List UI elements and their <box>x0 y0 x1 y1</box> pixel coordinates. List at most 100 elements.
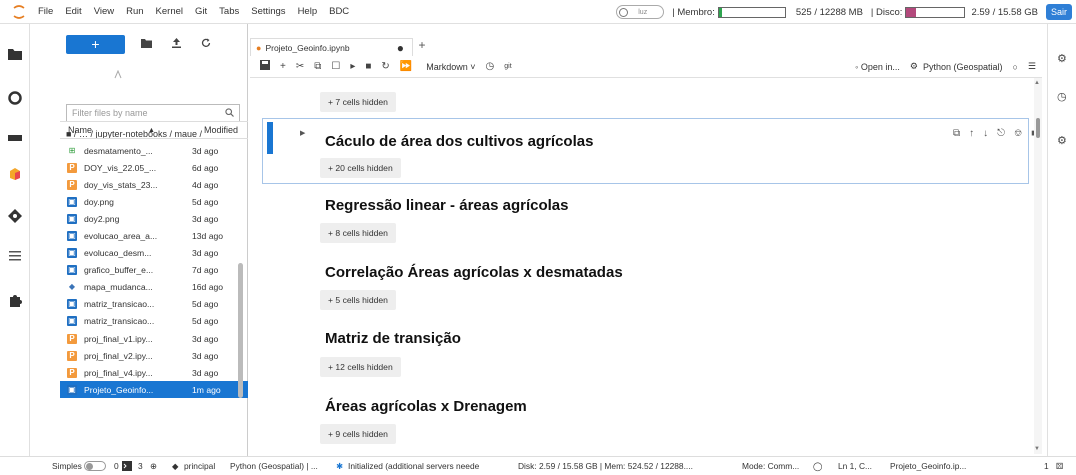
notebook-scrollbar[interactable]: ▲ ▼ <box>1034 78 1042 454</box>
paste-icon[interactable]: ☐ <box>331 61 340 72</box>
running-icon[interactable] <box>7 90 23 106</box>
kernel-gear-icon[interactable]: ⚙ <box>910 61 918 72</box>
section-heading: Regressão linear - áreas agrícolas <box>325 197 569 214</box>
kernel-status[interactable]: Python (Geospatial) | ... <box>230 461 318 471</box>
exit-button[interactable]: Sair <box>1045 4 1072 20</box>
tab-notebook[interactable]: ● Projeto_Geoinfo.ipynb ● <box>250 38 413 56</box>
kernel-name[interactable]: Python (Geospatial) <box>923 62 1003 72</box>
scroll-up-icon[interactable]: ▲ <box>1034 80 1040 86</box>
add-cell-icon[interactable]: + <box>280 61 286 72</box>
menu-file[interactable]: File <box>38 6 53 17</box>
cell-type-select[interactable]: Markdown ˅ <box>426 62 475 72</box>
mode-status[interactable]: Mode: Comm... <box>742 461 799 471</box>
column-name[interactable]: Name <box>68 125 92 135</box>
cursor-position[interactable]: Ln 1, C... <box>838 461 872 471</box>
git-clone-icon[interactable] <box>114 69 122 81</box>
terminal-icon[interactable] <box>122 461 132 473</box>
globe-icon[interactable]: ⊕ <box>150 461 157 471</box>
file-row[interactable]: Pdoy_vis_stats_23... 4d ago <box>60 176 248 193</box>
kernel-count[interactable]: 0 <box>114 461 119 471</box>
duplicate-cell-icon[interactable]: ⧉ <box>953 128 960 139</box>
menu-icon[interactable]: ☰ <box>1028 61 1036 72</box>
puzzle-icon[interactable] <box>7 292 23 308</box>
notebook-scrollbar-thumb[interactable] <box>1036 118 1040 138</box>
menu-kernel[interactable]: Kernel <box>156 6 183 17</box>
file-row[interactable]: ▣ doy.png 5d ago <box>60 193 248 210</box>
file-list-scrollbar[interactable] <box>238 163 244 453</box>
file-row[interactable]: ▣ matriz_transicao... 5d ago <box>60 296 248 313</box>
file-row[interactable]: ▣ Projeto_Geoinfo... 1m ago <box>60 381 248 399</box>
sort-ascending-icon[interactable]: ▲ <box>148 127 155 134</box>
move-up-icon[interactable]: ↑ <box>969 128 974 139</box>
notification-count[interactable]: 1 <box>1044 461 1049 471</box>
lsp-status[interactable]: Initialized (additional servers neede <box>348 461 479 471</box>
hidden-cells-button[interactable]: + 8 cells hidden <box>320 223 396 243</box>
menu-bdc[interactable]: BDC <box>329 6 349 17</box>
scroll-down-icon[interactable]: ▼ <box>1034 446 1040 452</box>
hidden-cells-button[interactable]: + 12 cells hidden <box>320 357 401 377</box>
file-name: doy.png <box>84 196 114 207</box>
settings-gear-icon[interactable]: ⚙ <box>1057 134 1067 147</box>
menu-git[interactable]: Git <box>195 6 207 17</box>
file-row[interactable]: ▣ doy2.png 3d ago <box>60 210 248 227</box>
file-row[interactable]: ◆ mapa_mudanca... 16d ago <box>60 279 248 296</box>
run-icon[interactable]: ▸ <box>350 61 355 72</box>
save-icon[interactable] <box>260 60 270 73</box>
hidden-cells-button[interactable]: + 7 cells hidden <box>320 92 396 112</box>
copy-icon[interactable]: ⧉ <box>314 61 321 72</box>
run-all-icon[interactable]: ⏩ <box>400 61 412 72</box>
file-row[interactable]: ⊞ desmatamento_... 3d ago <box>60 142 248 159</box>
jupyter-logo[interactable] <box>0 0 38 24</box>
menu-settings[interactable]: Settings <box>251 6 285 17</box>
terminal-count[interactable]: 3 <box>138 461 143 471</box>
git-diff-icon[interactable]: git <box>504 63 511 70</box>
theme-toggle[interactable]: luz <box>616 5 665 19</box>
hidden-cells-button[interactable]: + 5 cells hidden <box>320 290 396 310</box>
restart-icon[interactable]: ↻ <box>381 61 389 72</box>
simple-mode-toggle[interactable] <box>84 461 106 471</box>
insert-below-icon[interactable]: ⎊ <box>1014 128 1022 139</box>
file-list-scrollbar-thumb[interactable] <box>238 263 243 398</box>
file-modified: 5d ago <box>192 196 219 207</box>
stop-icon[interactable]: ■ <box>365 61 371 72</box>
open-in-button[interactable]: ◦ Open in... <box>855 62 900 72</box>
file-filter-input[interactable]: Filter files by name <box>66 104 240 122</box>
file-row[interactable]: ▣ grafico_buffer_e... 7d ago <box>60 262 248 279</box>
new-folder-icon[interactable] <box>137 38 155 51</box>
menu-view[interactable]: View <box>94 6 114 17</box>
file-row[interactable]: ▣ evolucao_desm... 3d ago <box>60 245 248 262</box>
hidden-cells-button[interactable]: + 20 cells hidden <box>320 158 401 178</box>
git-diamond-icon[interactable] <box>7 208 23 224</box>
menu-tabs[interactable]: Tabs <box>219 6 239 17</box>
file-row[interactable]: Pproj_final_v2.ipy... 3d ago <box>60 347 248 364</box>
move-down-icon[interactable]: ↓ <box>983 128 988 139</box>
file-row[interactable]: ▣ matriz_transicao... 5d ago <box>60 313 248 330</box>
git-sidebar-icon[interactable] <box>7 130 23 146</box>
table-of-contents-icon[interactable] <box>7 248 23 264</box>
folder-icon[interactable] <box>7 46 23 62</box>
menu-edit[interactable]: Edit <box>65 6 81 17</box>
git-branch[interactable]: principal <box>184 461 215 471</box>
file-row[interactable]: P DOY_vis_22.05_... 6d ago <box>60 159 248 176</box>
insert-above-icon[interactable]: ⎋ <box>997 128 1005 139</box>
cell-active-bar[interactable] <box>267 122 273 154</box>
extension-icon[interactable] <box>7 166 23 182</box>
cut-icon[interactable]: ✂ <box>296 61 304 72</box>
unsaved-dot-icon[interactable]: ● <box>397 41 404 55</box>
file-row[interactable]: ▣ evolucao_area_a... 13d ago <box>60 227 248 244</box>
bell-icon[interactable]: ⚄ <box>1056 461 1063 471</box>
file-row[interactable]: Pproj_final_v1.ipy... 3d ago <box>60 330 248 347</box>
menu-run[interactable]: Run <box>126 6 143 17</box>
hidden-cells-button[interactable]: + 9 cells hidden <box>320 424 396 444</box>
column-modified[interactable]: Modified <box>204 125 238 135</box>
debugger-icon[interactable]: ◷ <box>1057 90 1067 103</box>
upload-icon[interactable] <box>167 38 185 51</box>
collapse-caret-icon[interactable]: ▶ <box>300 129 305 137</box>
new-launcher-button[interactable]: + <box>66 35 125 54</box>
menu-help[interactable]: Help <box>298 6 318 17</box>
property-inspector-icon[interactable]: ⚙ <box>1057 52 1067 65</box>
new-tab-button[interactable]: + <box>413 38 431 56</box>
clock-icon[interactable]: ◷ <box>486 61 495 72</box>
refresh-icon[interactable] <box>197 38 215 51</box>
file-row[interactable]: Pproj_final_v4.ipy... 3d ago <box>60 364 248 381</box>
